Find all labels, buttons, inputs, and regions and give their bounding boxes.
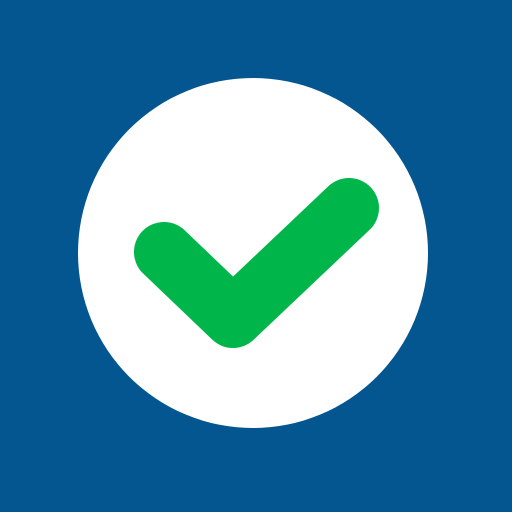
app-icon (0, 0, 512, 512)
badge-circle (78, 78, 428, 428)
